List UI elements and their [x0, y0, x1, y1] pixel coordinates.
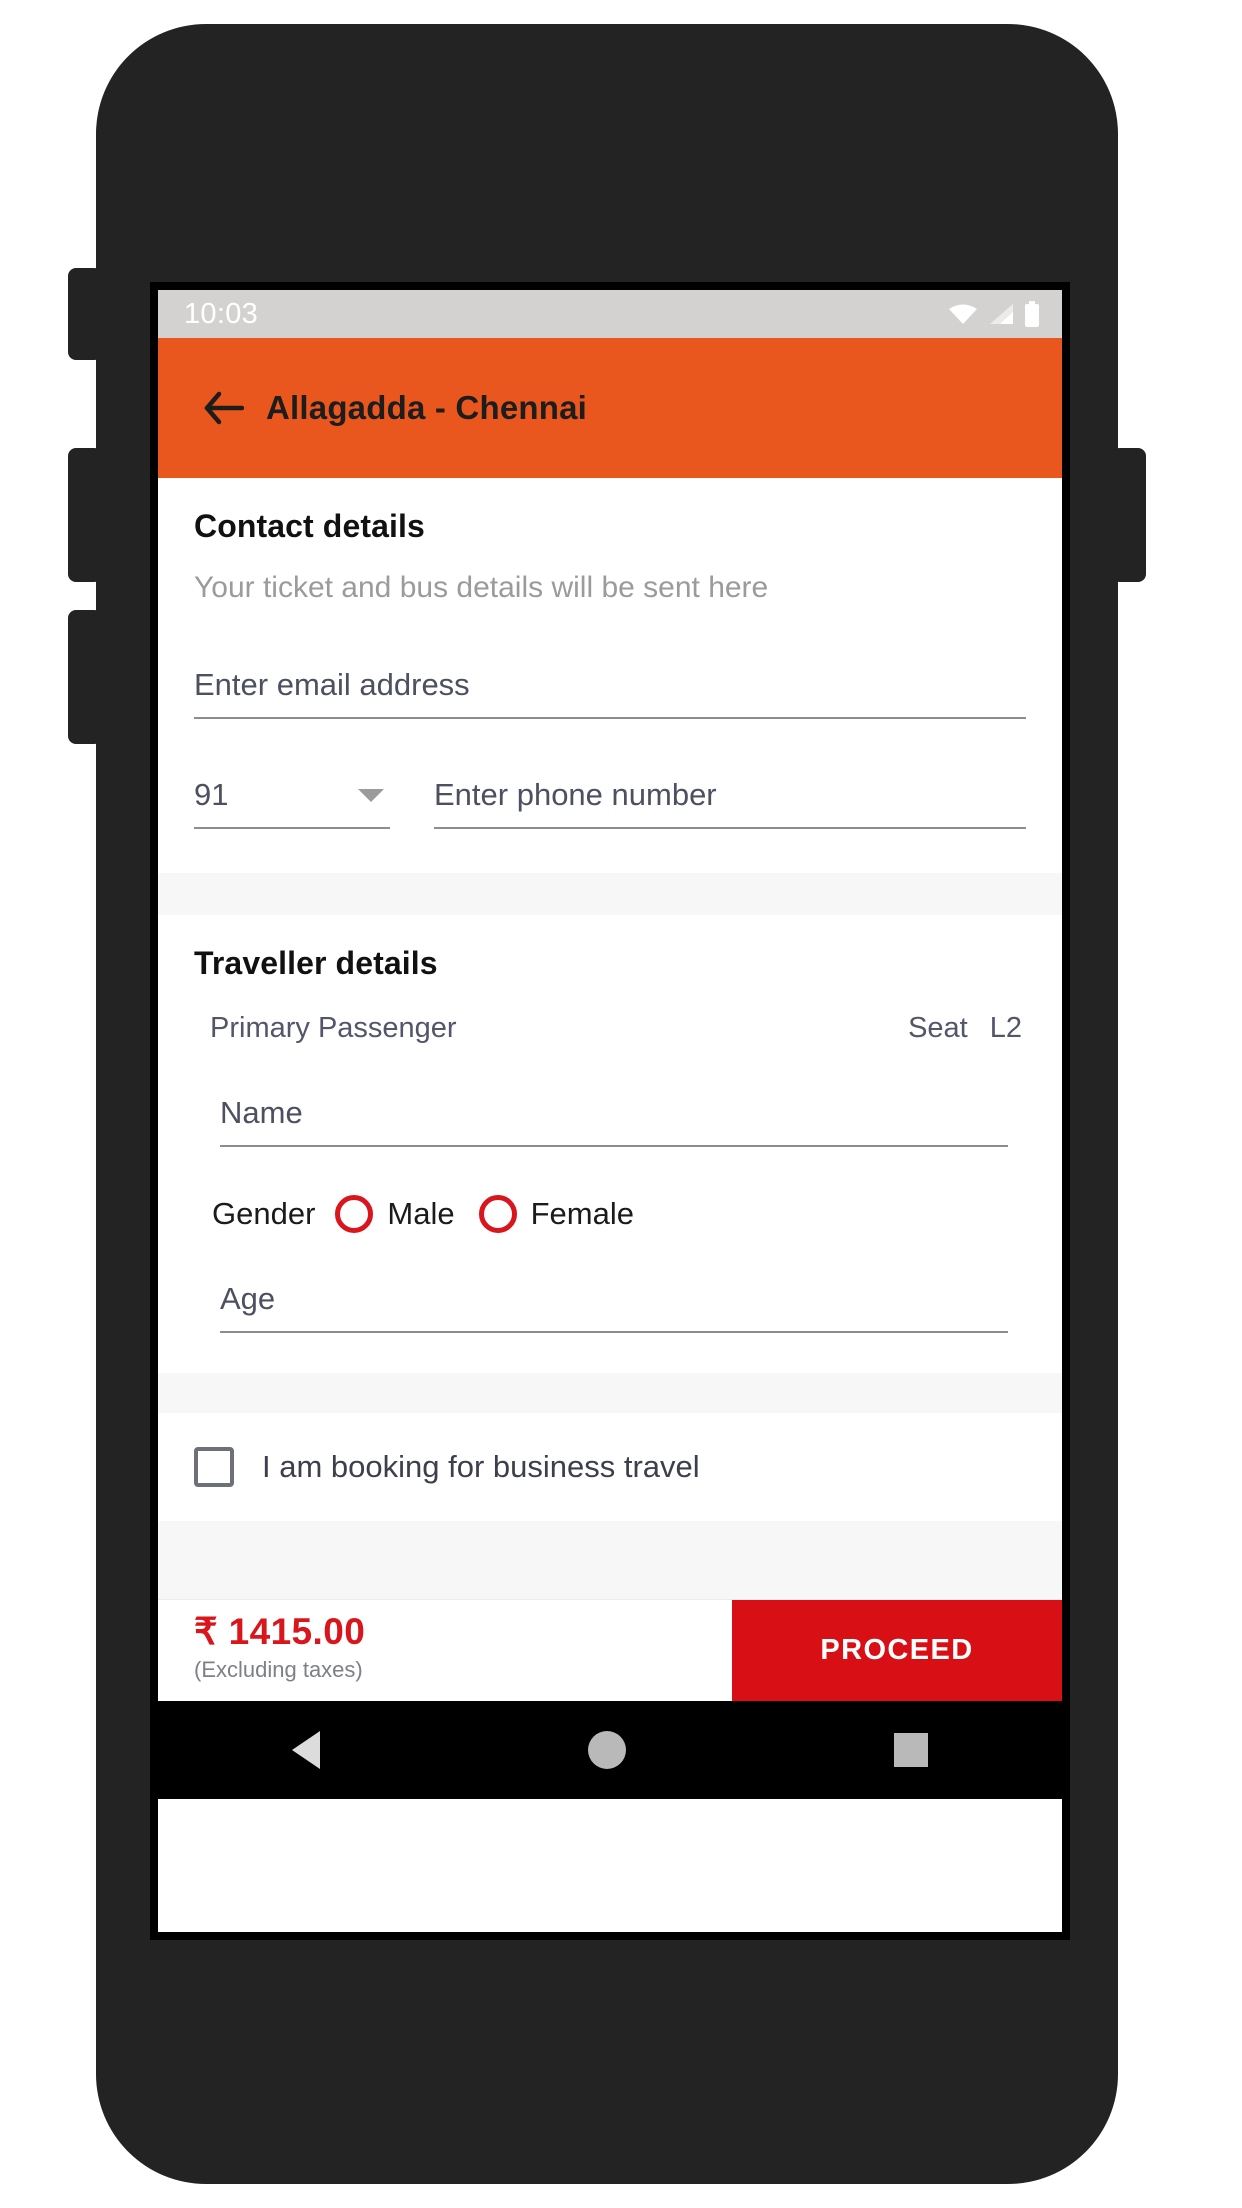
email-field[interactable]: Enter email address: [194, 667, 1026, 719]
phone-number-field[interactable]: Enter phone number: [434, 777, 1026, 829]
phone-number-placeholder: Enter phone number: [434, 777, 717, 812]
contact-details-subtitle: Your ticket and bus details will be sent…: [194, 571, 769, 604]
business-travel-checkbox[interactable]: [194, 1447, 234, 1487]
phone-screen: 10:03 Allagadda - Chennai Contact detail…: [158, 290, 1062, 1932]
section-divider-2: [158, 1373, 1062, 1413]
status-bar-icons: [948, 301, 1040, 327]
gender-option-male-label[interactable]: Male: [387, 1196, 454, 1232]
app-bar: Allagadda - Chennai: [158, 338, 1062, 478]
battery-icon: [1025, 301, 1039, 327]
passenger-header-row: Primary Passenger Seat L2: [194, 1012, 1026, 1045]
age-input[interactable]: Age: [220, 1281, 1008, 1333]
wifi-icon: [949, 304, 977, 324]
checkout-footer: ₹ 1415.00 (Excluding taxes) PROCEED: [158, 1599, 1062, 1701]
seat-value: L2: [989, 1012, 1022, 1044]
proceed-button[interactable]: PROCEED: [732, 1600, 1062, 1701]
business-travel-row[interactable]: I am booking for business travel: [158, 1413, 1062, 1521]
total-price: ₹ 1415.00: [194, 1611, 366, 1652]
price-summary: ₹ 1415.00 (Excluding taxes): [158, 1600, 732, 1701]
gender-label: Gender: [212, 1196, 316, 1231]
contact-details-heading: Contact details: [194, 508, 425, 544]
status-bar-clock: 10:03: [184, 297, 259, 330]
phone-button-right[interactable]: [1112, 448, 1146, 582]
chevron-down-icon: [358, 788, 384, 802]
business-travel-label: I am booking for business travel: [262, 1449, 700, 1484]
section-divider-1: [158, 873, 1062, 915]
contact-details-card: Contact details Your ticket and bus deta…: [158, 478, 1062, 873]
phone-button-left-middle[interactable]: [68, 448, 102, 582]
country-code-value: 91: [194, 777, 229, 812]
age-input-placeholder: Age: [220, 1281, 276, 1316]
seat-label: Seat: [908, 1012, 968, 1044]
name-input-placeholder: Name: [220, 1095, 303, 1130]
phone-button-left-bottom[interactable]: [68, 610, 102, 744]
home-circle-icon[interactable]: [588, 1731, 626, 1769]
name-input[interactable]: Name: [220, 1095, 1008, 1147]
status-bar: 10:03: [158, 290, 1062, 338]
cellular-signal-icon: [990, 304, 1013, 324]
proceed-button-label: PROCEED: [820, 1634, 974, 1666]
passenger-label: Primary Passenger: [210, 1012, 457, 1044]
gender-radio-female[interactable]: [478, 1195, 517, 1233]
gender-radio-male[interactable]: [335, 1195, 374, 1233]
back-arrow-icon[interactable]: [204, 391, 244, 425]
country-code-select[interactable]: 91: [194, 777, 390, 829]
traveller-details-heading: Traveller details: [194, 945, 438, 981]
gender-option-female-label[interactable]: Female: [531, 1196, 634, 1232]
traveller-details-card: Traveller details Primary Passenger Seat…: [158, 915, 1062, 1373]
section-divider-3: [158, 1521, 1062, 1599]
seat-info: Seat L2: [908, 1012, 1022, 1045]
recents-square-icon[interactable]: [894, 1733, 928, 1767]
phone-screen-bezel: 10:03 Allagadda - Chennai Contact detail…: [150, 282, 1070, 1940]
android-nav-bar: [158, 1701, 1062, 1799]
price-tax-note: (Excluding taxes): [194, 1657, 363, 1682]
email-field-placeholder: Enter email address: [194, 667, 470, 702]
phone-row: 91 Enter phone number: [194, 777, 1026, 829]
screenshot-root: 10:03 Allagadda - Chennai Contact detail…: [0, 0, 1242, 2208]
phone-button-left-top[interactable]: [68, 268, 102, 360]
gender-row: Gender Male Female: [212, 1195, 1026, 1233]
page-title: Allagadda - Chennai: [266, 389, 588, 426]
back-triangle-icon[interactable]: [292, 1731, 320, 1769]
